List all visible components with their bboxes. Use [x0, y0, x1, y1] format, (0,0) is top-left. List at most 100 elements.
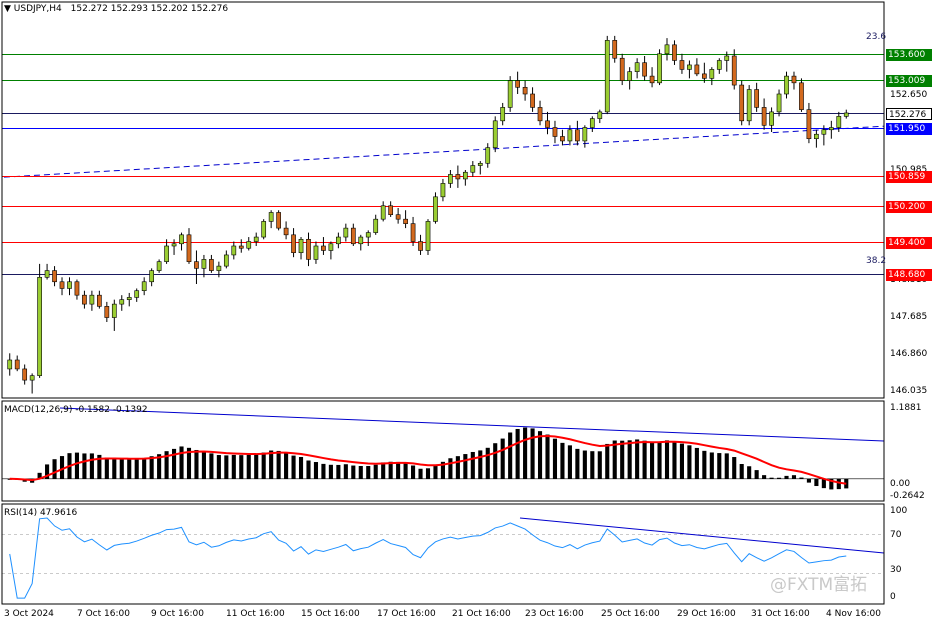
candle-body — [149, 270, 155, 283]
macd-bar — [418, 468, 423, 479]
candle-body — [425, 221, 431, 251]
level-price-tag[interactable]: 148.680 — [886, 268, 932, 281]
rsi-pane[interactable] — [2, 517, 885, 599]
candle-body — [754, 89, 759, 108]
chart-header: ▼ USDJPY,H4 152.272 152.293 152.202 152.… — [4, 4, 228, 14]
candle-body — [7, 359, 13, 370]
level-price-tag[interactable]: 149.400 — [886, 236, 932, 249]
level-price-tag[interactable]: 153.009 — [886, 74, 932, 87]
candle-body — [298, 238, 304, 254]
candle-body — [186, 234, 192, 262]
candle-body — [336, 236, 341, 245]
candle-body — [492, 120, 498, 148]
ohlc-readout: 152.272 152.293 152.202 152.276 — [70, 4, 229, 14]
price-pane[interactable] — [2, 35, 885, 394]
macd-pane[interactable] — [2, 407, 885, 490]
candle-body — [328, 243, 334, 251]
macd-bar — [306, 460, 311, 479]
macd-bar — [657, 441, 662, 479]
candle-body — [784, 75, 789, 95]
candle-body — [485, 147, 491, 164]
level-price-tag[interactable]: 153.600 — [886, 48, 932, 61]
pane-frames — [1, 1, 885, 605]
candle-body — [59, 281, 65, 289]
candle-body — [619, 57, 625, 81]
time-tick: 4 Nov 16:00 — [826, 609, 881, 619]
macd-bar — [709, 452, 714, 479]
time-tick: 17 Oct 16:00 — [377, 609, 436, 619]
macd-bar — [74, 452, 80, 479]
time-tick: 25 Oct 16:00 — [601, 609, 660, 619]
chart-canvas[interactable] — [0, 0, 936, 624]
candle-body — [433, 196, 438, 222]
macd-bar — [769, 477, 774, 479]
triangle-down-icon[interactable]: ▼ — [4, 4, 11, 14]
candle-body — [739, 84, 745, 122]
macd-bar — [104, 457, 109, 479]
macd-bar — [254, 454, 259, 479]
macd-bar — [687, 445, 692, 479]
macd-bar — [672, 441, 677, 479]
candle-body — [709, 69, 715, 79]
macd-bar — [119, 458, 124, 479]
candle-body — [67, 281, 72, 289]
macd-bar — [650, 442, 655, 479]
macd-bar — [694, 447, 699, 479]
macd-bar — [321, 463, 326, 479]
candle-body — [179, 234, 184, 245]
candle-body — [470, 165, 476, 173]
rsi-tick-30: 30 — [890, 565, 902, 575]
candle-body — [582, 127, 588, 142]
candle-body — [799, 82, 804, 110]
macd-bar — [575, 448, 580, 479]
candle-body — [238, 245, 244, 249]
level-price-tag[interactable]: 150.859 — [886, 170, 932, 183]
time-tick: 23 Oct 16:00 — [525, 609, 584, 619]
macd-bar — [747, 466, 752, 479]
candle-body — [462, 171, 468, 180]
macd-bar — [627, 440, 632, 479]
candle-body — [253, 236, 259, 242]
rsi-label: RSI(14) 47.9616 — [4, 508, 78, 518]
candle-body — [395, 214, 401, 220]
candle-body — [537, 107, 543, 122]
candle-body — [291, 234, 296, 254]
macd-bar — [762, 475, 767, 479]
macd-bar — [194, 449, 199, 479]
macd-pane-frame — [1, 400, 885, 502]
candle-body — [74, 281, 80, 296]
time-tick: 31 Oct 16:00 — [751, 609, 810, 619]
candle-body — [104, 306, 110, 318]
macd-bar — [328, 464, 333, 479]
macd-bar — [635, 439, 640, 479]
macd-bar — [127, 459, 132, 479]
candle-body — [141, 281, 147, 292]
candle-body — [828, 127, 834, 131]
candle-body — [672, 44, 677, 61]
macd-bar — [366, 466, 371, 479]
macd-bar — [269, 450, 274, 479]
candle-body — [567, 129, 573, 142]
macd-tick-top: 1.1881 — [890, 403, 922, 413]
macd-bar — [411, 465, 416, 479]
fib-level-label: 23.6 — [866, 32, 887, 43]
macd-bar — [515, 428, 520, 479]
candle-body — [156, 261, 162, 271]
level-price-tag[interactable]: 151.950 — [886, 122, 932, 135]
candle-body — [373, 218, 379, 233]
price-tick: 146.860 — [890, 349, 928, 360]
time-tick: 11 Oct 16:00 — [226, 609, 285, 619]
level-price-tag[interactable]: 150.200 — [886, 200, 932, 213]
macd-bar — [537, 431, 543, 479]
candle-body — [403, 218, 408, 224]
macd-bar — [567, 445, 572, 479]
macd-bar — [545, 434, 550, 479]
macd-bar — [59, 456, 65, 479]
candle-body — [679, 60, 685, 70]
candle-body — [530, 93, 535, 108]
candle-body — [283, 227, 289, 236]
level-price-tag[interactable]: 152.276 — [886, 107, 932, 120]
macd-bar — [784, 475, 789, 479]
trend-line — [3, 125, 885, 178]
macd-bar — [612, 440, 617, 479]
